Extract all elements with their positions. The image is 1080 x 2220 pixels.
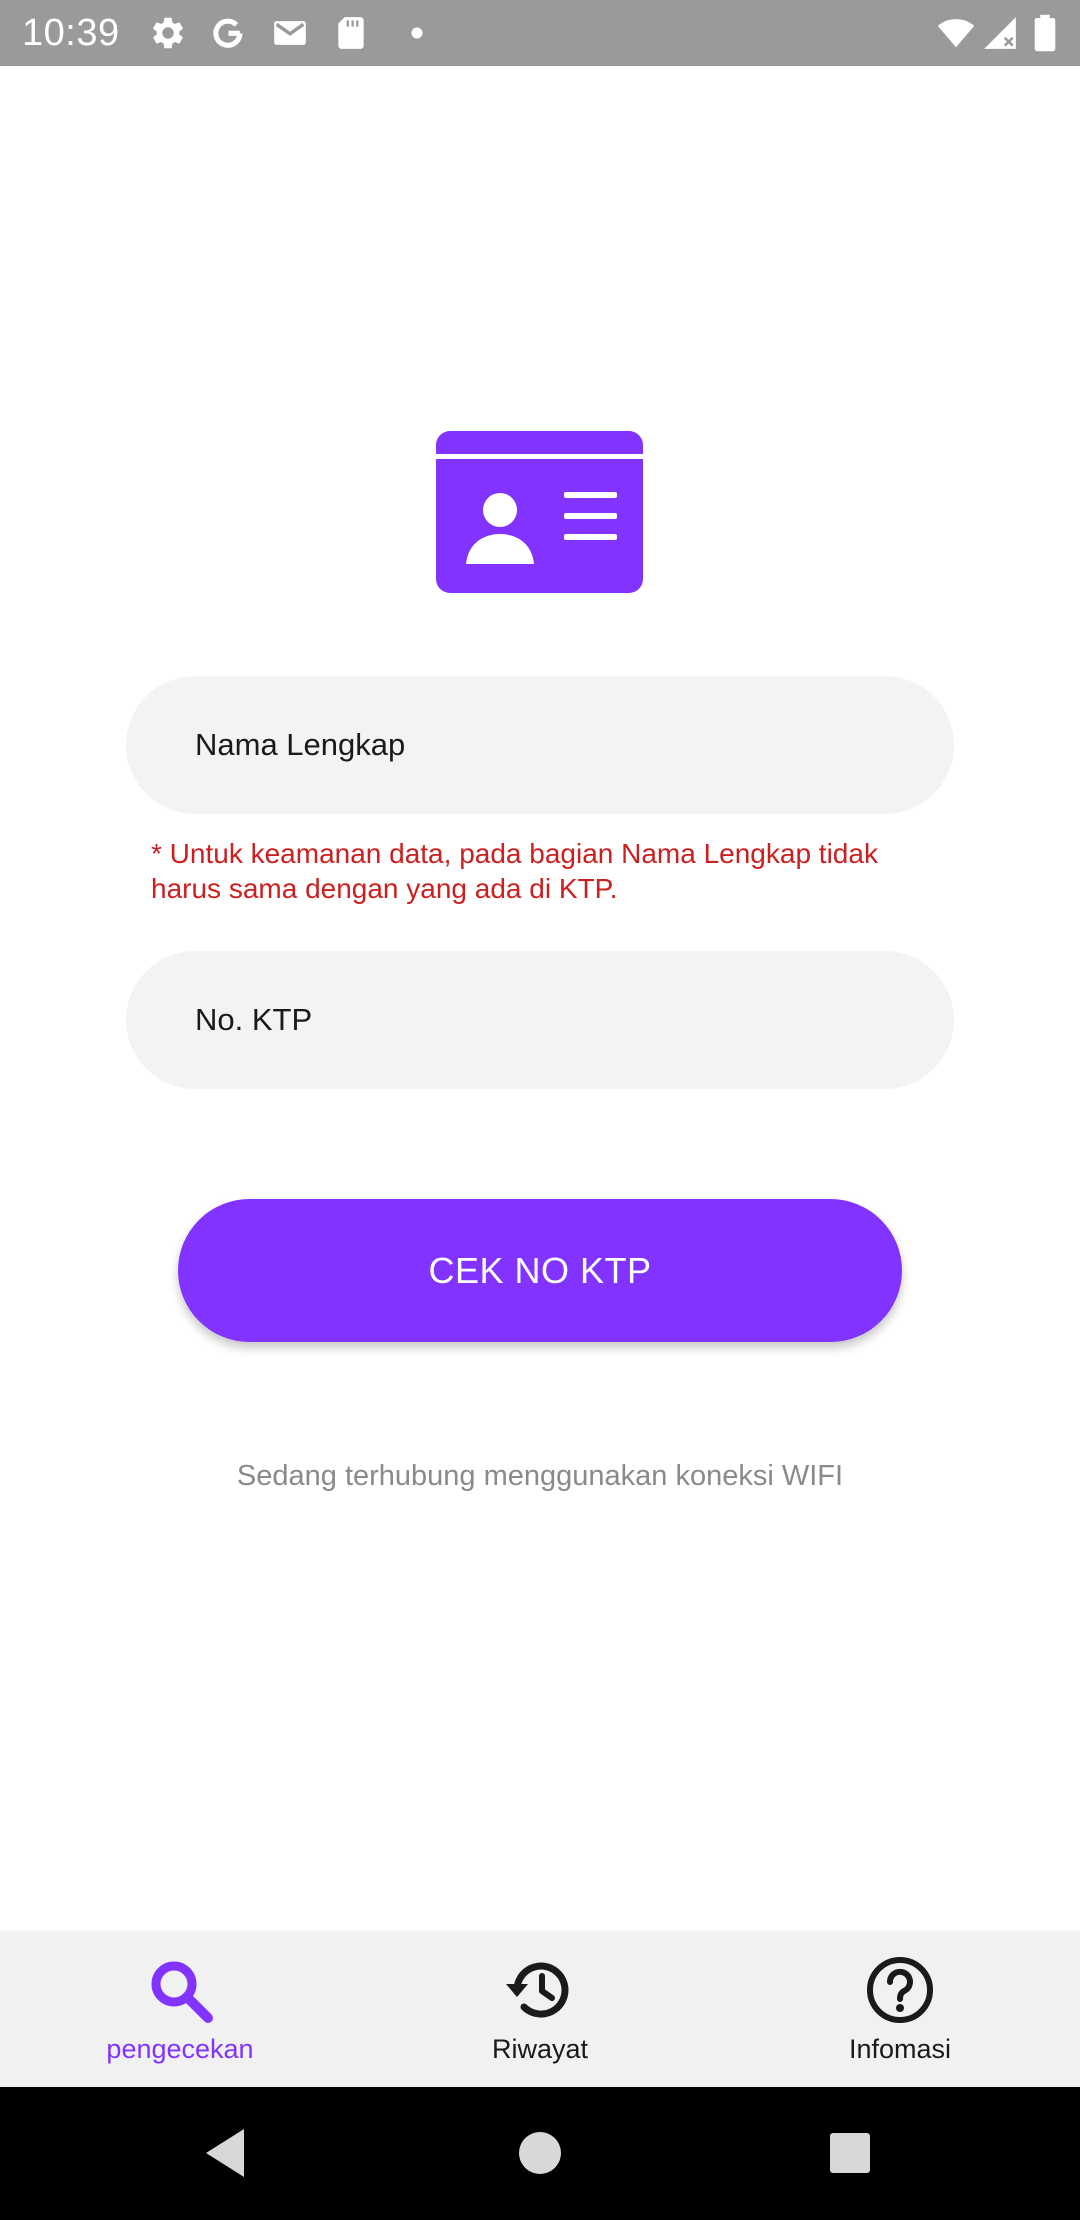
nav-item-infomasi[interactable]: Infomasi	[720, 1932, 1080, 2087]
settings-icon	[149, 14, 187, 52]
ktp-number-input[interactable]	[195, 1002, 954, 1038]
ktp-number-field[interactable]	[126, 951, 954, 1089]
nav-label: Infomasi	[848, 2034, 952, 2064]
nav-label: pengecekan	[106, 2034, 254, 2064]
google-icon	[209, 14, 247, 52]
help-circle-icon	[864, 1954, 936, 2026]
gmail-icon	[271, 14, 309, 52]
cell-signal-icon	[981, 14, 1019, 52]
system-navigation-bar	[0, 2087, 1080, 2220]
battery-icon	[1031, 14, 1059, 52]
recents-icon[interactable]	[820, 2123, 880, 2183]
check-ktp-button[interactable]: CEK NO KTP	[178, 1199, 902, 1342]
bottom-navigation: pengecekan Riwayat Infomasi	[0, 1932, 1080, 2087]
privacy-warning: * Untuk keamanan data, pada bagian Nama …	[151, 838, 878, 904]
full-name-input[interactable]	[195, 727, 954, 763]
history-icon	[504, 1954, 576, 2026]
nav-label: Riwayat	[491, 2034, 589, 2064]
connection-status: Sedang terhubung menggunakan koneksi WIF…	[236, 1460, 844, 1492]
home-icon[interactable]	[510, 2123, 570, 2183]
search-icon	[144, 1954, 216, 2026]
sd-card-icon	[332, 14, 370, 52]
back-icon[interactable]	[196, 2123, 256, 2183]
nav-item-riwayat[interactable]: Riwayat	[360, 1932, 720, 2087]
notification-dot-icon	[398, 14, 436, 52]
status-time: 10:39	[22, 12, 120, 54]
nav-item-pengecekan[interactable]: pengecekan	[0, 1932, 360, 2087]
wifi-icon	[937, 14, 975, 52]
status-bar: 10:39	[0, 0, 1080, 66]
id-card-icon	[436, 431, 643, 593]
full-name-field[interactable]	[126, 676, 954, 814]
